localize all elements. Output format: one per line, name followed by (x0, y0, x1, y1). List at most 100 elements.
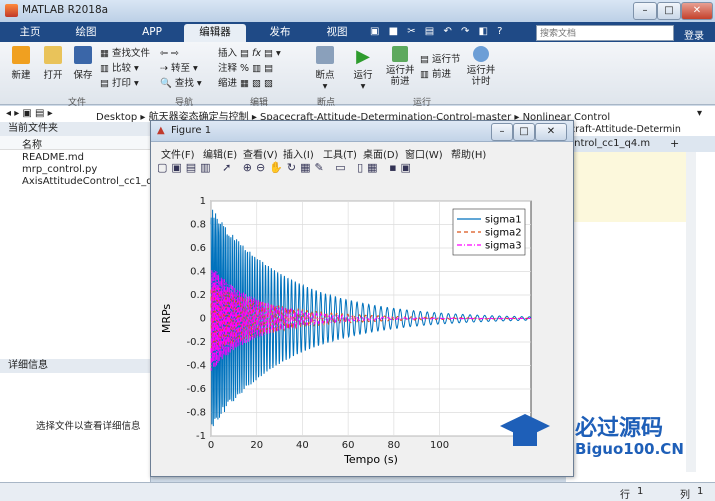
file-list: README.md mrp_control.py AxisAttitudeCon… (0, 152, 159, 188)
y-tick-label: -0.4 (186, 361, 206, 372)
x-tick-label: 60 (342, 440, 355, 451)
figure-title-bar: ▲ Figure 1 – □ ✕ (151, 121, 573, 142)
run-advance-button[interactable]: 运行并 前进 (386, 46, 415, 87)
run-section-button[interactable]: ▤ 运行节 (420, 52, 461, 67)
breakpoint-button[interactable]: 断点 ▾ (312, 46, 338, 92)
y-tick-label: -0.6 (186, 384, 206, 395)
details-hint: 选择文件以查看详细信息 (36, 421, 141, 432)
y-tick-label: 0.4 (190, 267, 206, 278)
tab-apps[interactable]: APP (126, 24, 178, 42)
list-item[interactable]: mrp_control.py (22, 164, 150, 176)
menu-view[interactable]: 查看(V) (243, 146, 278, 161)
x-axis-label: Tempo (s) (343, 453, 398, 466)
tab-editor[interactable]: 编辑器 (184, 24, 246, 42)
y-tick-label: -0.2 (186, 337, 206, 348)
compare-button[interactable]: ▥ 比较 ▾ (100, 61, 150, 76)
column-header-name[interactable]: 名称 (0, 136, 150, 151)
tab-plots[interactable]: 绘图 (64, 24, 108, 42)
chevron-down-icon[interactable]: ▾ (697, 108, 702, 119)
menu-file[interactable]: 文件(F) (161, 146, 195, 161)
find-files-button[interactable]: ▦ 查找文件 (100, 46, 150, 61)
run-button[interactable]: ▶ 运行 ▾ (350, 46, 376, 92)
row-value: 1 (637, 486, 644, 497)
x-tick-label: 80 (387, 440, 400, 451)
section-tools: ▤ 运行节 ▥ 前进 (420, 52, 461, 82)
matlab-logo-icon (5, 4, 18, 17)
figure-close-button[interactable]: ✕ (535, 123, 567, 141)
watermark-url: Biguo100.CN (575, 440, 684, 458)
x-tick-label: 20 (250, 440, 263, 451)
tab-publish[interactable]: 发布 (254, 24, 306, 42)
login-link[interactable]: 登录 (684, 27, 704, 42)
y-tick-label: 0.6 (190, 243, 206, 254)
panel-title: 当前文件夹 (0, 122, 150, 136)
y-tick-label: 1 (200, 196, 206, 207)
figure-minimize-button[interactable]: – (491, 123, 513, 141)
search-docs-input[interactable] (536, 25, 674, 41)
list-item[interactable]: AxisAttitudeControl_cc1_q4 (22, 176, 159, 188)
figure-toolbar[interactable]: ▢▣▤▥ ➚ ⊕⊖✋↻▦✎ ▭ ▯▦ ▪▣ (157, 161, 415, 174)
tab-view[interactable]: 视图 (312, 24, 362, 42)
tab-home[interactable]: 主页 (6, 24, 54, 42)
advance-button[interactable]: ▥ 前进 (420, 67, 461, 82)
goto-button[interactable]: ⇢ 转至 ▾ (160, 61, 202, 76)
list-item[interactable]: README.md (22, 152, 150, 164)
folder-icon (44, 46, 62, 64)
run-advance-icon (392, 46, 408, 62)
current-folder-panel: 当前文件夹 名称 README.md mrp_control.py AxisAt… (0, 122, 159, 482)
y-tick-label: -0.8 (186, 408, 206, 419)
legend-label: sigma3 (485, 241, 522, 252)
breakpoint-icon (316, 46, 334, 64)
window-title: MATLAB R2018a (22, 4, 109, 16)
menu-edit[interactable]: 编辑(E) (203, 146, 237, 161)
row-label: 行 (620, 490, 630, 501)
details-title: 详细信息 (0, 359, 150, 373)
legend-label: sigma2 (485, 228, 522, 239)
menu-tools[interactable]: 工具(T) (323, 146, 357, 161)
save-button[interactable]: 保存 (70, 46, 96, 81)
y-axis-label: MRPs (160, 304, 173, 334)
x-tick-label: 100 (430, 440, 449, 451)
comment-button[interactable]: 注释 % ▥ ▤ (218, 61, 281, 76)
title-bar: MATLAB R2018a – □ ✕ (0, 0, 715, 23)
play-icon: ▶ (356, 46, 370, 67)
x-tick-label: 0 (208, 440, 214, 451)
maximize-button[interactable]: □ (657, 2, 681, 20)
add-tab-button[interactable]: + (670, 137, 679, 150)
close-button[interactable]: ✕ (681, 2, 713, 20)
scrollbar[interactable] (686, 152, 696, 472)
open-button[interactable]: 打开 (40, 46, 66, 81)
nav-tools: ⇦ ⇨ ⇢ 转至 ▾ 🔍 查找 ▾ (160, 46, 202, 91)
y-tick-label: 0.2 (190, 290, 206, 301)
menu-window[interactable]: 窗口(W) (405, 146, 443, 161)
y-tick-label: 0 (200, 314, 206, 325)
matlab-figure-icon: ▲ (157, 125, 165, 136)
status-bar: 行 1 列 1 (0, 482, 715, 501)
col-label: 列 (680, 490, 690, 501)
figure-maximize-button[interactable]: □ (513, 123, 535, 141)
y-tick-label: -1 (196, 431, 206, 442)
indent-button[interactable]: 缩进 ▦ ▧ ▨ (218, 76, 281, 91)
x-tick-label: 40 (296, 440, 309, 451)
editor-header: craft-Attitude-Determin (570, 124, 681, 135)
legend-label: sigma1 (485, 215, 522, 226)
nav-arrows-icon[interactable]: ◂ ▸ ▣ ▤ ▸ (6, 108, 53, 119)
menu-insert[interactable]: 插入(I) (283, 146, 314, 161)
menu-desktop[interactable]: 桌面(D) (363, 146, 399, 161)
edit-tools: 插入 ▤ fx ▤ ▾ 注释 % ▥ ▤ 缩进 ▦ ▧ ▨ (218, 46, 281, 91)
watermark-text: 必过源码 (575, 416, 664, 441)
run-and-time-button[interactable]: 运行并 计时 (466, 46, 496, 87)
insert-button[interactable]: 插入 ▤ fx ▤ ▾ (218, 46, 281, 61)
code-area[interactable] (566, 152, 686, 222)
new-button[interactable]: 新建 (8, 46, 34, 81)
quick-access-toolbar[interactable]: ▣ ■ ✂ ▤ ↶ ↷ ◧ ? (370, 26, 506, 37)
editor-tabs: ontrol_cc1_q4.m + (566, 136, 715, 152)
find-button[interactable]: 🔍 查找 ▾ (160, 76, 202, 91)
col-value: 1 (697, 486, 704, 497)
tab-file[interactable]: ontrol_cc1_q4.m (568, 138, 650, 149)
floppy-icon (74, 46, 92, 64)
back-forward-icon[interactable]: ⇦ ⇨ (160, 46, 202, 61)
print-button[interactable]: ▤ 打印 ▾ (100, 76, 150, 91)
minimize-button[interactable]: – (633, 2, 657, 20)
menu-help[interactable]: 帮助(H) (451, 146, 486, 161)
